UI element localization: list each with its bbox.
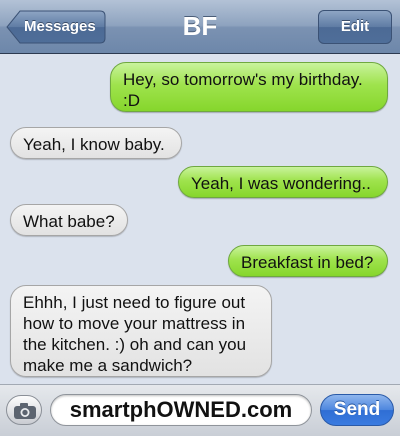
message-bubble-outgoing: Hey, so tomorrow's my birthday. :D [110, 62, 388, 112]
message-bubble-incoming: Ehhh, I just need to figure out how to m… [10, 285, 272, 377]
message-bubble-outgoing: Breakfast in bed? [228, 245, 388, 277]
navigation-bar: Messages BF Edit [0, 0, 400, 54]
message-thread: Hey, so tomorrow's my birthday. :D Yeah,… [0, 54, 400, 384]
message-input-bar: smartphOWNED.com Send [0, 384, 400, 436]
message-bubble-incoming: Yeah, I know baby. [10, 127, 182, 159]
message-bubble-incoming: What babe? [10, 204, 128, 236]
message-bubble-outgoing: Yeah, I was wondering.. [178, 166, 388, 198]
camera-icon [14, 403, 36, 419]
send-button[interactable]: Send [320, 394, 394, 426]
edit-button[interactable]: Edit [318, 10, 392, 44]
message-input[interactable]: smartphOWNED.com [50, 394, 312, 426]
camera-button[interactable] [6, 395, 42, 425]
